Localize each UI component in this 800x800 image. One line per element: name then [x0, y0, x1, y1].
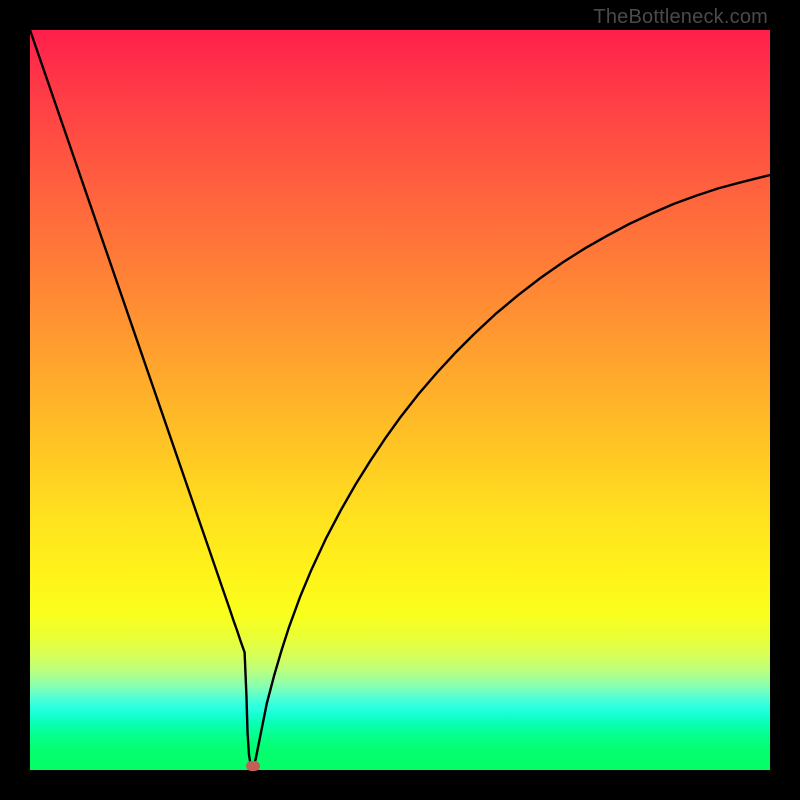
- curve-path: [30, 30, 770, 768]
- chart-frame: TheBottleneck.com: [0, 0, 800, 800]
- bottleneck-curve: [30, 30, 770, 770]
- plot-area: [30, 30, 770, 770]
- attribution-text: TheBottleneck.com: [593, 6, 768, 29]
- minimum-marker: [246, 761, 260, 771]
